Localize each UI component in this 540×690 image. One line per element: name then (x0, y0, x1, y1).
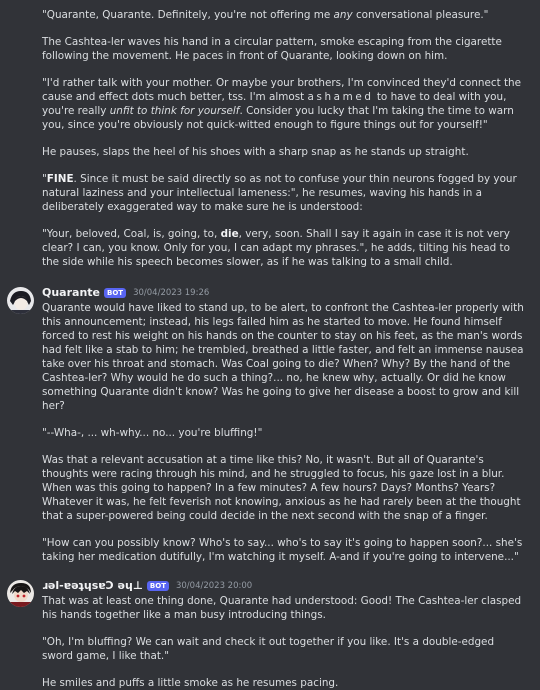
username[interactable]: Quarante (42, 286, 100, 300)
avatar[interactable] (7, 580, 34, 607)
bot-badge: BOT (104, 288, 127, 298)
chat-log: "Quarante, Quarante. Definitely, you're … (0, 0, 540, 689)
message-paragraph: "Quarante, Quarante. Definitely, you're … (42, 9, 489, 21)
message-group-cashtea-ler: ɹǝl-ɐǝʇɥsɐƆ ǝɥ⊥ BOT 30/04/2023 20:00 Tha… (0, 578, 540, 690)
message-header: Quarante BOT 30/04/2023 19:26 (42, 285, 526, 301)
message-paragraph: "--Wha-, ... wh-why... no... you're bluf… (42, 427, 263, 439)
message-header: ɹǝl-ɐǝʇɥsɐƆ ǝɥ⊥ BOT 30/04/2023 20:00 (42, 578, 526, 594)
message-paragraph: "Your, beloved, Coal, is, going, to, die… (42, 228, 510, 268)
message-paragraph: "Oh, I'm bluffing? We can wait and check… (42, 636, 495, 662)
message-paragraph: Was that a relevant accusation at a time… (42, 454, 521, 522)
message-paragraph: "FINE. Since it must be said directly so… (42, 173, 517, 213)
username[interactable]: ɹǝl-ɐǝʇɥsɐƆ ǝɥ⊥ (42, 579, 143, 593)
bot-badge: BOT (146, 581, 169, 591)
message-paragraph: Quarante would have liked to stand up, t… (42, 302, 524, 412)
message-paragraph: "I'd rather talk with your mother. Or ma… (42, 77, 522, 131)
message-paragraph: That was at least one thing done, Quaran… (42, 595, 522, 621)
message-group-quarante: Quarante BOT 30/04/2023 19:26 Quarante w… (0, 285, 540, 564)
timestamp[interactable]: 30/04/2023 20:00 (176, 579, 252, 593)
message-paragraph: "How can you possibly know? Who's to say… (42, 537, 523, 563)
message-paragraph: He pauses, slaps the heel of his shoes w… (42, 146, 469, 158)
message-paragraph: The Cashtea-ler waves his hand in a circ… (42, 36, 502, 62)
message-continuation: "Quarante, Quarante. Definitely, you're … (0, 0, 540, 269)
avatar[interactable] (7, 287, 34, 314)
message-paragraph: He smiles and puffs a little smoke as he… (42, 677, 339, 689)
timestamp[interactable]: 30/04/2023 19:26 (133, 286, 209, 300)
